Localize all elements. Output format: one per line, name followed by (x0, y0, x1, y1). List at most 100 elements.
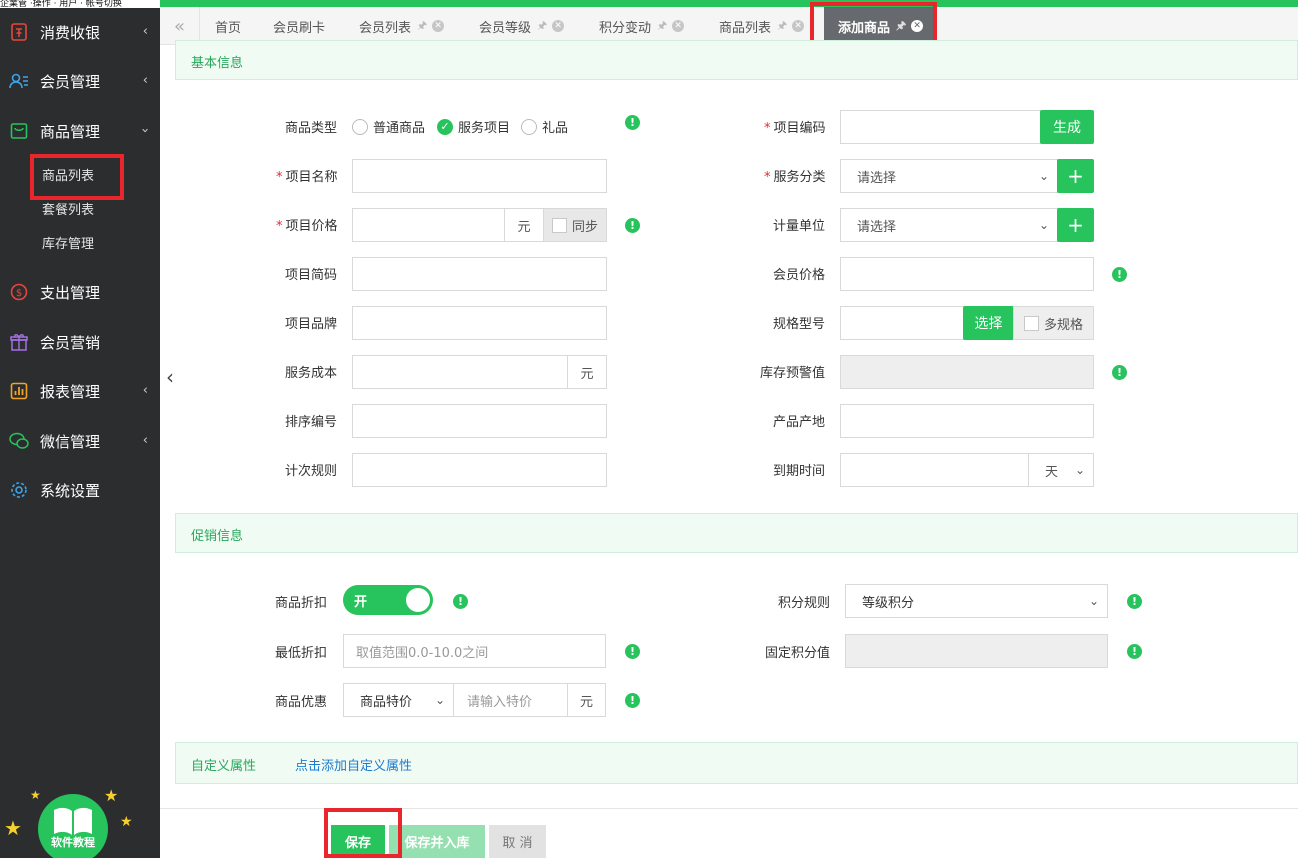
tab-label: 会员列表 (359, 20, 412, 36)
add-unit-button[interactable]: + (1057, 208, 1094, 242)
star-icon: ★ (120, 814, 133, 830)
checkbox-box (1023, 315, 1039, 331)
close-icon[interactable]: ✕ (432, 20, 445, 32)
item-code-input[interactable] (840, 110, 1041, 144)
info-icon[interactable]: ! (625, 693, 640, 708)
chevron-left-icon: ‹ (142, 433, 148, 448)
spec-input[interactable] (840, 306, 964, 340)
sort-number-input[interactable] (352, 404, 607, 438)
close-icon[interactable]: ✕ (792, 20, 805, 32)
info-icon[interactable]: ! (625, 644, 640, 659)
min-discount-input[interactable]: 取值范围0.0-10.0之间 (343, 634, 606, 668)
section-title: 基本信息 (191, 56, 244, 71)
item-abbr-input[interactable] (352, 257, 607, 291)
item-code-label: * 项目编码 (764, 117, 826, 136)
pin-icon[interactable]: 🖈 (777, 17, 787, 36)
sidebar-item-label: 微信管理 (40, 432, 101, 451)
info-icon[interactable]: ! (1112, 267, 1127, 282)
fixed-points-label: 固定积分值 (765, 646, 831, 661)
expense-icon: $ (9, 282, 29, 302)
chevron-left-icon: ‹ (142, 24, 148, 39)
add-category-button[interactable]: + (1057, 159, 1094, 193)
app-root: 企業管 ·操作 · 用户 · 帐号切换 消费收银 ‹ 会员管理 ‹ 商品管理 ‹… (0, 0, 1298, 858)
tutorial-button[interactable]: 软件教程 (38, 794, 108, 858)
add-custom-attribute-link[interactable]: 点击添加自定义属性 (295, 755, 412, 774)
count-rule-label: 计次规则 (285, 464, 338, 479)
close-icon[interactable]: ✕ (552, 20, 565, 32)
offer-type-select[interactable]: 商品特价 ⌄ (343, 683, 454, 717)
info-icon[interactable]: ! (1127, 594, 1142, 609)
service-category-select[interactable]: 请选择 ⌄ (840, 159, 1058, 193)
sidebar-item-goods[interactable]: 商品管理 ‹ (0, 111, 160, 151)
spec-label: 规格型号 (773, 317, 826, 332)
label-text: 项目价格 (285, 219, 338, 234)
toggle-knob (406, 588, 430, 612)
generate-code-button[interactable]: 生成 (1040, 110, 1094, 144)
info-icon[interactable]: ! (453, 594, 468, 609)
select-value: 等级积分 (862, 595, 915, 611)
check-icon: ✓ (437, 118, 453, 135)
item-name-input[interactable] (352, 159, 607, 193)
sidebar: 消费收银 ‹ 会员管理 ‹ 商品管理 ‹ 商品列表 套餐列表 库存管理 $ 支出… (0, 8, 160, 858)
expire-input[interactable] (840, 453, 1029, 487)
info-icon[interactable]: ! (1127, 644, 1142, 659)
sidebar-item-wechat[interactable]: 微信管理 ‹ (0, 421, 160, 461)
sidebar-item-settings[interactable]: 系统设置 (0, 470, 160, 510)
report-icon (9, 381, 29, 401)
item-price-input[interactable] (352, 208, 505, 242)
item-brand-input[interactable] (352, 306, 607, 340)
sidebar-item-cashier[interactable]: 消费收银 ‹ (0, 12, 160, 52)
origin-label: 产品产地 (773, 415, 826, 430)
close-icon[interactable]: ✕ (672, 20, 685, 32)
radio-label: 礼品 (542, 121, 569, 136)
settings-icon (9, 480, 29, 500)
offer-price-input[interactable]: 请输入特价 (453, 683, 568, 717)
sidebar-item-marketing[interactable]: 会员营销 (0, 322, 160, 362)
expire-unit-select[interactable]: 天 ⌄ (1028, 453, 1094, 487)
measure-unit-select[interactable]: 请选择 ⌄ (840, 208, 1058, 242)
price-unit-addon: 元 (504, 208, 544, 242)
checkbox-label: 同步 (571, 219, 598, 235)
sidebar-sub-package-list[interactable]: 套餐列表 (42, 199, 94, 218)
radio-normal-goods[interactable]: 普通商品 (352, 117, 425, 136)
section-promo-info: 促销信息 (175, 513, 1298, 553)
service-cost-label: 服务成本 (285, 366, 338, 381)
price-sync-checkbox[interactable]: 同步 (543, 208, 607, 242)
chevron-left-icon[interactable]: ‹ (166, 365, 174, 389)
origin-input[interactable] (840, 404, 1094, 438)
sidebar-sub-stock[interactable]: 库存管理 (42, 233, 94, 252)
spec-select-button[interactable]: 选择 (963, 306, 1014, 340)
radio-label: 服务项目 (458, 121, 511, 136)
sidebar-item-reports[interactable]: 报表管理 ‹ (0, 371, 160, 411)
pin-icon[interactable]: 🖈 (537, 17, 547, 36)
select-value: 请选择 (857, 219, 897, 235)
expire-label: 到期时间 (773, 464, 826, 479)
points-rule-select[interactable]: 等级积分 ⌄ (845, 584, 1108, 618)
discount-label: 商品折扣 (275, 596, 328, 611)
save-and-stock-button[interactable]: 保存并入库 (389, 825, 485, 858)
multi-spec-checkbox[interactable]: 多规格 (1013, 306, 1094, 340)
sidebar-item-expense[interactable]: $ 支出管理 (0, 272, 160, 312)
discount-toggle[interactable]: 开 (343, 585, 433, 615)
service-cost-input[interactable] (352, 355, 568, 389)
count-rule-input[interactable] (352, 453, 607, 487)
tutorial-label: 软件教程 (51, 836, 95, 849)
chevron-down-icon: ⌄ (1088, 594, 1099, 608)
item-brand-label: 项目品牌 (285, 317, 338, 332)
pin-icon[interactable]: 🖈 (657, 17, 667, 36)
sidebar-item-label: 会员营销 (40, 333, 101, 352)
info-icon[interactable]: ! (625, 115, 640, 130)
tab-label: 首页 (215, 20, 242, 36)
chevron-down-icon: ‹ (137, 127, 153, 134)
radio-service-item[interactable]: ✓ 服务项目 (437, 117, 510, 136)
tab-label: 商品列表 (719, 20, 772, 36)
chevron-down-icon: ⌄ (1074, 463, 1085, 477)
sidebar-item-members[interactable]: 会员管理 ‹ (0, 61, 160, 101)
member-price-input[interactable] (840, 257, 1094, 291)
item-price-label: * 项目价格 (276, 215, 338, 234)
info-icon[interactable]: ! (1112, 365, 1127, 380)
cancel-button[interactable]: 取 消 (489, 825, 546, 858)
radio-gift[interactable]: 礼品 (521, 117, 568, 136)
pin-icon[interactable]: 🖈 (417, 17, 427, 36)
info-icon[interactable]: ! (625, 218, 640, 233)
